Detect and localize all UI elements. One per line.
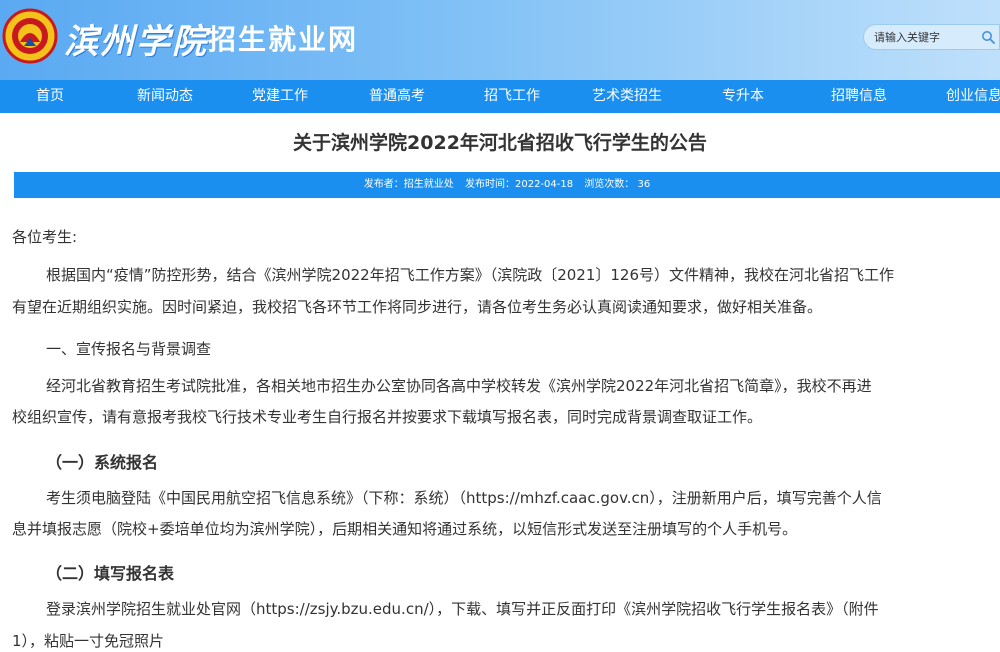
- article-paragraph-line: 经河北省教育招生考试院批准，各相关地市招生办公室协同各高中学校转发《滨州学院20…: [46, 377, 872, 395]
- search-box: [863, 24, 1000, 50]
- article-meta-bar: 发布者：招生就业处 发布时间：2022-04-18 浏览次数： 36: [14, 172, 1000, 198]
- article-paragraph-line: 校组织宣传，请有意报考我校飞行技术专业考生自行报名并按要求下载填写报名表，同时完…: [12, 408, 763, 426]
- article-paragraph-line: 考生须电脑登陆《中国民用航空招飞信息系统》（下称：系统）（https://mhz…: [46, 489, 882, 507]
- nav-item-home[interactable]: 首页: [36, 80, 64, 113]
- article-paragraph-line: 根据国内“疫情”防控形势，结合《滨州学院2022年招飞工作方案》（滨院政〔202…: [46, 266, 895, 284]
- page: 滨州学院 招生就业网 首页 新闻动态 党建工作 普通高考 招飞工作 艺术类招生 …: [0, 0, 1000, 652]
- search-icon[interactable]: [981, 30, 995, 44]
- subsection-heading: （一）系统报名: [46, 453, 159, 472]
- nav-item-pilot-recruitment[interactable]: 招飞工作: [484, 80, 540, 113]
- subsection-heading: （二）填写报名表: [46, 564, 175, 583]
- nav-item-college-entrance[interactable]: 普通高考: [369, 80, 425, 113]
- article-paragraph-line: 登录滨州学院招生就业处官网（https://zsjy.bzu.edu.cn/），…: [46, 600, 879, 618]
- nav-item-news[interactable]: 新闻动态: [137, 80, 193, 113]
- site-header: 滨州学院 招生就业网: [0, 0, 1000, 80]
- view-count-label: 浏览次数： 36: [584, 179, 651, 190]
- school-emblem-icon: [2, 8, 58, 64]
- site-title: 招生就业网: [208, 23, 359, 56]
- nav-item-entrepreneurship[interactable]: 创业信息: [946, 80, 1000, 113]
- article-paragraph-line: 息并填报志愿（院校+委培单位均为滨州学院），后期相关通知将通过系统，以短信形式发…: [12, 520, 798, 538]
- school-name-logo: 滨州学院: [64, 22, 208, 62]
- article-paragraph-line: 有望在近期组织实施。因时间紧迫，我校招飞各环节工作将同步进行，请各位考生务必认真…: [12, 298, 823, 316]
- article-title: 关于滨州学院2022年河北省招收飞行学生的公告: [293, 132, 707, 154]
- nav-item-art-admissions[interactable]: 艺术类招生: [592, 80, 662, 113]
- article-paragraph-line: 1），粘贴一寸免冠照片: [12, 632, 165, 650]
- section-heading: 一、宣传报名与背景调查: [46, 340, 212, 358]
- publish-time-label: 发布时间：2022-04-18: [464, 179, 574, 190]
- nav-item-party-building[interactable]: 党建工作: [252, 80, 308, 113]
- search-input[interactable]: [874, 28, 984, 46]
- nav-item-jobs[interactable]: 招聘信息: [831, 80, 887, 113]
- publisher-label: 发布者：招生就业处: [363, 179, 454, 190]
- nav-item-upgrade[interactable]: 专升本: [722, 80, 764, 113]
- main-nav: 首页 新闻动态 党建工作 普通高考 招飞工作 艺术类招生 专升本 招聘信息 创业…: [0, 80, 1000, 113]
- article-greeting: 各位考生:: [12, 228, 78, 246]
